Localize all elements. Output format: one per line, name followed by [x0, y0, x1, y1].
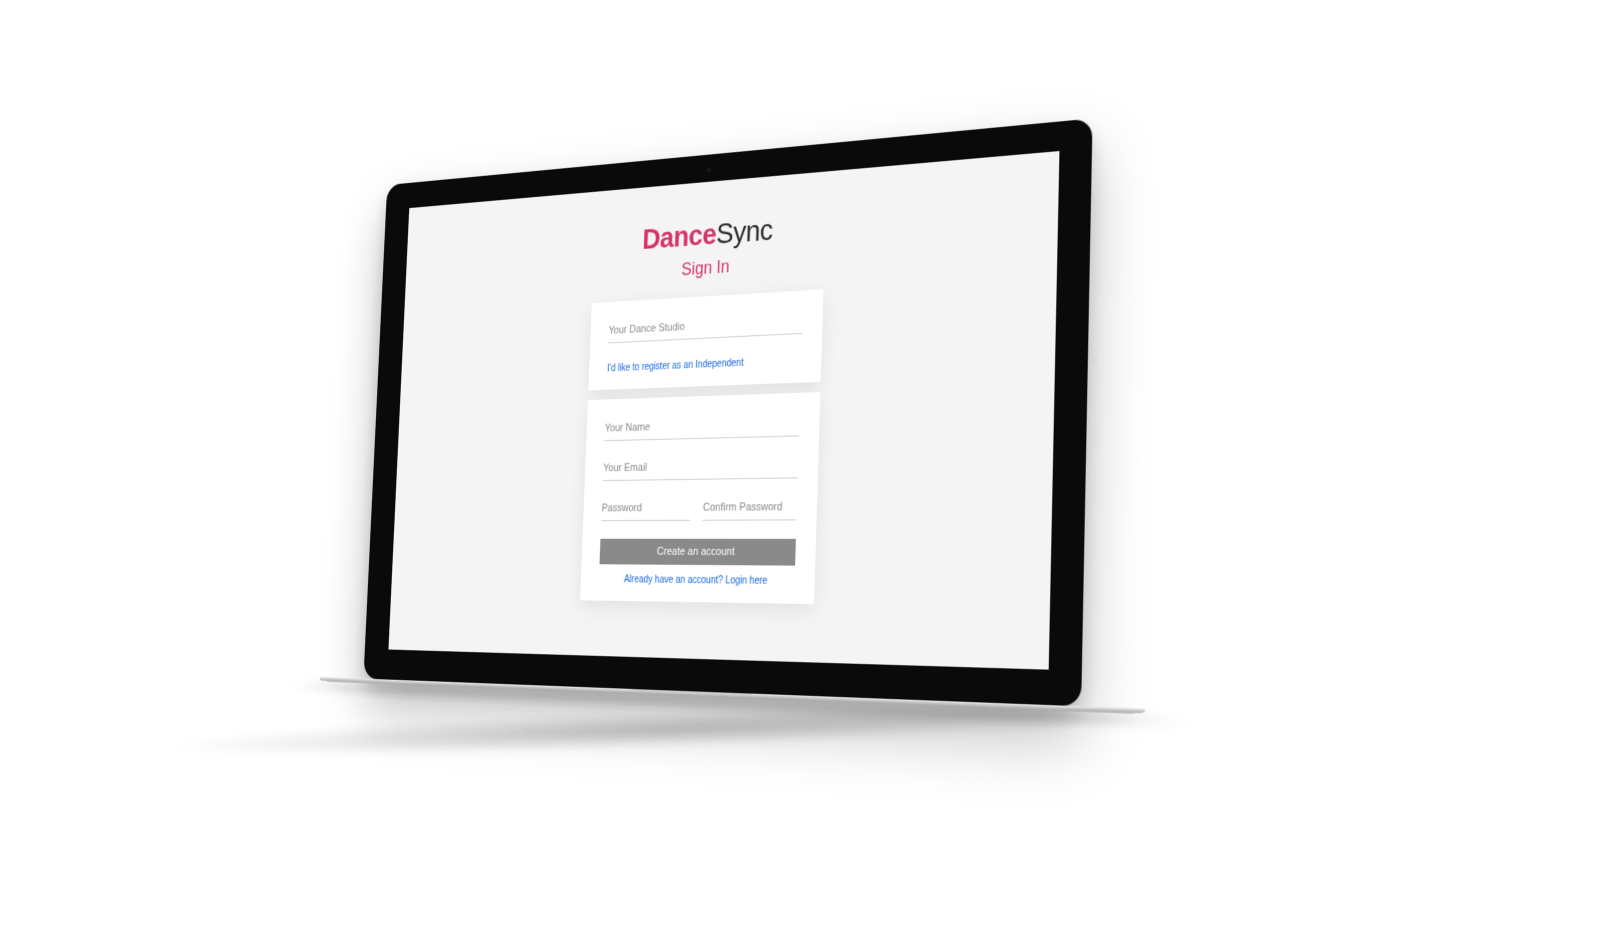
email-field — [603, 453, 799, 481]
password-input[interactable] — [601, 496, 691, 521]
laptop-scene: DanceSync Sign In I'd like to register a… — [0, 0, 1600, 938]
create-account-button[interactable]: Create an account — [599, 539, 795, 566]
app-logo: DanceSync — [642, 214, 774, 257]
signup-card: Create an account Already have an accoun… — [580, 392, 820, 604]
email-input[interactable] — [603, 453, 799, 481]
logo-part-1: Dance — [642, 218, 717, 256]
name-input[interactable] — [604, 411, 800, 441]
studio-field — [608, 309, 803, 344]
register-independent-link[interactable]: I'd like to register as an Independent — [607, 358, 744, 375]
studio-card: I'd like to register as an Independent — [588, 289, 823, 390]
login-here-link[interactable]: Already have an account? Login here — [599, 574, 795, 587]
password-field — [601, 496, 691, 521]
confirm-password-input[interactable] — [703, 495, 798, 521]
app-screen: DanceSync Sign In I'd like to register a… — [388, 151, 1059, 670]
laptop-base — [320, 677, 1145, 714]
page-title: Sign In — [681, 256, 730, 280]
confirm-password-field — [703, 495, 798, 521]
laptop-mockup: DanceSync Sign In I'd like to register a… — [363, 118, 1092, 706]
password-row — [601, 495, 797, 521]
laptop-bezel: DanceSync Sign In I'd like to register a… — [363, 118, 1092, 706]
logo-part-2: Sync — [716, 214, 774, 251]
name-field — [604, 411, 800, 441]
camera-dot-icon — [707, 167, 711, 172]
studio-input[interactable] — [608, 309, 803, 344]
